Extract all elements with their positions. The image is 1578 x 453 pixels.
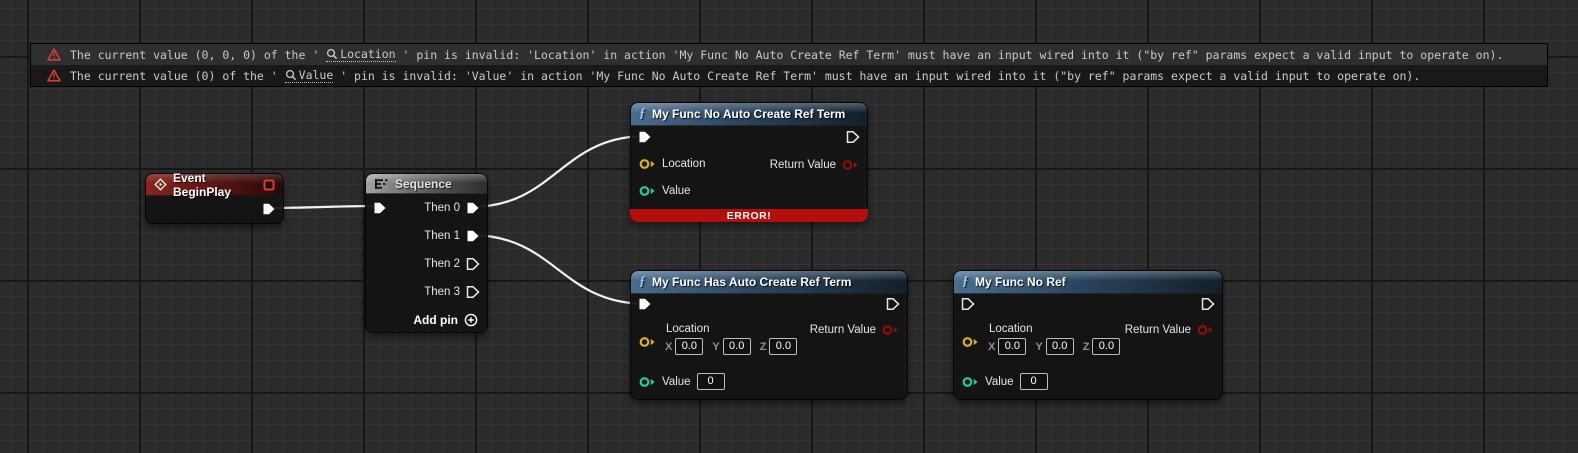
return-value-label: Return Value (1125, 324, 1191, 336)
function-node-header[interactable]: ƒ My Func Has Auto Create Ref Term (631, 271, 907, 294)
then2-label: Then 2 (424, 258, 460, 270)
location-pin-group[interactable]: Location X 0.0 Y 0.0 Z 0.0 (962, 323, 1120, 355)
error-text-before: The current value (0, 0, 0) of the ' (70, 48, 326, 62)
exec-out-pin[interactable] (846, 130, 860, 144)
error-pin-link[interactable]: Value (285, 68, 334, 83)
function-node-header[interactable]: ƒ My Func No Auto Create Ref Term (631, 103, 867, 126)
return-value-pin[interactable]: Return Value (1125, 324, 1214, 336)
then0-pin[interactable]: Then 0 (424, 201, 480, 215)
add-pin-icon (464, 313, 478, 327)
exec-out-pin[interactable] (1201, 297, 1215, 311)
sequence-icon (374, 178, 389, 190)
return-value-pin[interactable]: Return Value (770, 159, 859, 171)
exec-in-pin[interactable] (638, 130, 652, 144)
error-row-location[interactable]: The current value (0, 0, 0) of the ' Loc… (31, 44, 1547, 65)
then1-label: Then 1 (424, 230, 460, 242)
z-value-input[interactable]: 0.0 (1092, 338, 1120, 355)
then1-pin[interactable]: Then 1 (424, 229, 480, 243)
compiler-error-panel: The current value (0, 0, 0) of the ' Loc… (30, 43, 1548, 87)
location-pin-group[interactable]: Location X 0.0 Y 0.0 Z 0.0 (639, 323, 797, 355)
function-icon: ƒ (962, 275, 969, 289)
value-input[interactable]: 0 (1020, 373, 1048, 390)
error-text-after: ' pin is invalid: 'Location' in action '… (396, 48, 1504, 62)
location-pin[interactable]: Location (639, 158, 705, 170)
delegate-pin[interactable] (263, 179, 275, 191)
value-input[interactable]: 0 (697, 373, 725, 390)
axis-x-label: X (665, 341, 672, 353)
wire-then1-to-hasauto (470, 235, 647, 304)
blueprint-graph-canvas[interactable]: The current value (0, 0, 0) of the ' Loc… (0, 0, 1578, 453)
exec-in-pin[interactable] (638, 297, 652, 311)
function-icon: ƒ (639, 107, 646, 121)
value-pin-group[interactable]: Value 0 (962, 373, 1048, 390)
node-event-beginplay[interactable]: Event BeginPlay (145, 173, 284, 224)
then3-label: Then 3 (424, 286, 460, 298)
error-pin-link[interactable]: Location (326, 47, 395, 62)
wire-then0-to-noauto (470, 136, 647, 207)
add-pin-button[interactable]: Add pin (413, 313, 478, 327)
location-pin-label: Location (662, 158, 705, 170)
y-value-input[interactable]: 0.0 (1046, 338, 1074, 355)
event-node-header[interactable]: Event BeginPlay (146, 174, 283, 196)
node-error-banner: ERROR! (630, 209, 868, 222)
exec-in-pin[interactable] (961, 297, 975, 311)
return-value-label: Return Value (810, 324, 876, 336)
axis-z-label: Z (1083, 341, 1090, 353)
sequence-node-header[interactable]: Sequence (366, 174, 487, 194)
location-pin-label: Location (989, 323, 1120, 335)
add-pin-label: Add pin (413, 313, 458, 327)
node-title: Event BeginPlay (173, 171, 257, 199)
node-func-no-ref[interactable]: ƒ My Func No Ref Location X 0.0 Y 0.0 Z … (953, 270, 1223, 400)
exec-out-pin[interactable] (262, 202, 276, 216)
value-pin-label: Value (662, 185, 691, 197)
x-value-input[interactable]: 0.0 (998, 338, 1026, 355)
then3-pin[interactable]: Then 3 (424, 285, 480, 299)
node-sequence[interactable]: Sequence Then 0 Then 1 Then 2 Then 3 Add… (365, 173, 488, 333)
value-pin[interactable]: Value (639, 185, 691, 197)
error-text-after: ' pin is invalid: 'Value' in action 'My … (333, 69, 1420, 83)
wire-event-to-sequence (268, 206, 377, 208)
error-text-before: The current value (0) of the ' (70, 69, 285, 83)
then2-pin[interactable]: Then 2 (424, 257, 480, 271)
z-value-input[interactable]: 0.0 (769, 338, 797, 355)
exec-in-pin[interactable] (373, 201, 387, 215)
warning-icon (47, 69, 61, 82)
node-func-has-auto-create-ref-term[interactable]: ƒ My Func Has Auto Create Ref Term Locat… (630, 270, 908, 400)
magnifier-icon (285, 69, 297, 81)
node-func-no-auto-create-ref-term[interactable]: ƒ My Func No Auto Create Ref Term Locati… (630, 102, 868, 222)
value-pin-label: Value (985, 376, 1014, 388)
event-icon (154, 178, 167, 191)
location-pin-label: Location (666, 323, 797, 335)
error-banner-label: ERROR! (727, 210, 771, 222)
x-value-input[interactable]: 0.0 (675, 338, 703, 355)
function-icon: ƒ (639, 275, 646, 289)
axis-z-label: Z (760, 341, 767, 353)
error-pin-link-label: Location (340, 47, 395, 61)
error-pin-link-label: Value (299, 68, 334, 82)
function-node-header[interactable]: ƒ My Func No Ref (954, 271, 1222, 294)
node-title: Sequence (395, 177, 452, 191)
node-title: My Func No Auto Create Ref Term (652, 107, 845, 121)
axis-y-label: Y (712, 341, 719, 353)
value-pin-group[interactable]: Value 0 (639, 373, 725, 390)
axis-x-label: X (988, 341, 995, 353)
node-title: My Func Has Auto Create Ref Term (652, 275, 851, 289)
warning-icon (47, 48, 61, 61)
return-value-pin[interactable]: Return Value (810, 324, 899, 336)
node-title: My Func No Ref (975, 275, 1066, 289)
error-row-value[interactable]: The current value (0) of the ' Value ' p… (31, 65, 1547, 86)
y-value-input[interactable]: 0.0 (723, 338, 751, 355)
value-pin-label: Value (662, 376, 691, 388)
exec-out-pin[interactable] (886, 297, 900, 311)
return-value-label: Return Value (770, 159, 836, 171)
magnifier-icon (326, 48, 338, 60)
axis-y-label: Y (1035, 341, 1042, 353)
then0-label: Then 0 (424, 202, 460, 214)
